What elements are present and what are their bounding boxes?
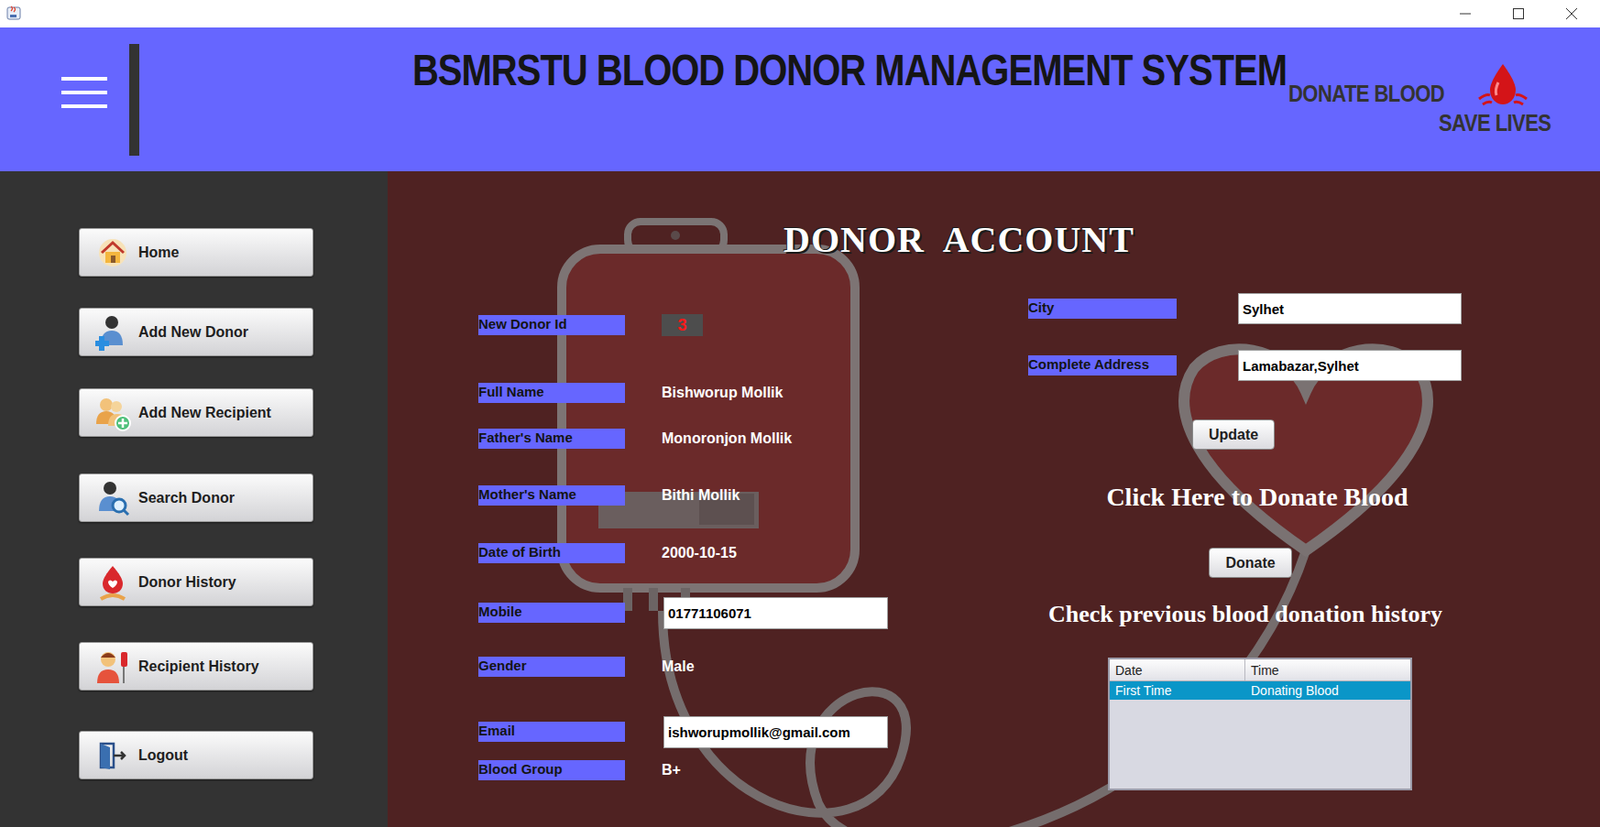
field-row: Mobile bbox=[478, 596, 1029, 630]
field-label: Email bbox=[478, 722, 625, 743]
donor-history-icon bbox=[94, 564, 132, 602]
maximize-icon[interactable] bbox=[1491, 0, 1546, 28]
sidebar-item[interactable]: Donor History bbox=[78, 558, 314, 607]
sidebar-item-label: Logout bbox=[138, 745, 188, 768]
title-row: DONOR ACCOUNT bbox=[387, 171, 1600, 289]
logout-icon bbox=[94, 737, 132, 775]
sidebar-item[interactable]: Search Donor bbox=[78, 473, 314, 523]
sidebar-item-label: Add New Donor bbox=[138, 321, 249, 344]
sidebar-item[interactable]: Logout bbox=[78, 731, 314, 780]
sidebar-item[interactable]: Add New Recipient bbox=[78, 388, 314, 438]
slogan-bottom: SAVE LIVES bbox=[1438, 109, 1564, 138]
field-label: Father's Name bbox=[478, 428, 625, 450]
field-row: Mother's Name Bithi Mollik bbox=[478, 479, 1029, 513]
sidebar-item[interactable]: Recipient History bbox=[78, 642, 314, 691]
add-recipient-icon bbox=[94, 394, 132, 432]
table-cell: Donating Blood bbox=[1245, 681, 1411, 701]
field-input[interactable] bbox=[663, 597, 888, 630]
field-label: Full Name bbox=[478, 383, 625, 404]
menu-icon[interactable] bbox=[61, 76, 108, 109]
field-value: Bishworup Mollik bbox=[661, 382, 783, 405]
close-icon[interactable] bbox=[1545, 0, 1599, 28]
field-value: 2000-10-15 bbox=[661, 542, 737, 565]
donor-actions: City Complete Address Update Click Here to … bbox=[1028, 288, 1600, 827]
donor-id-value: 3 bbox=[661, 314, 703, 337]
search-donor-icon bbox=[94, 480, 132, 517]
donate-prompt: Click Here to Donate Blood bbox=[1028, 481, 1487, 515]
column-header[interactable]: Time bbox=[1245, 659, 1411, 681]
address-row: City bbox=[1028, 292, 1600, 326]
recipient-history-icon bbox=[94, 648, 132, 686]
title-bar bbox=[0, 0, 1600, 28]
home-icon bbox=[94, 234, 132, 272]
field-row: Gender Male bbox=[478, 650, 1029, 684]
donate-button[interactable]: Donate bbox=[1208, 547, 1293, 579]
field-row: Full Name Bishworup Mollik bbox=[478, 376, 1029, 410]
history-prompt: Check previous blood donation history bbox=[1048, 599, 1600, 631]
main-panel: DONOR ACCOUNT New Donor Id 3 Full Name Bishw… bbox=[387, 171, 1600, 827]
table-row[interactable]: First TimeDonating Blood bbox=[1109, 681, 1411, 701]
sidebar-item[interactable]: Add New Donor bbox=[78, 307, 314, 357]
field-label: Mobile bbox=[478, 602, 625, 624]
field-value: Bithi Mollik bbox=[661, 484, 740, 507]
sidebar-item-label: Search Donor bbox=[138, 487, 235, 510]
blood-drop-icon bbox=[1475, 62, 1531, 107]
header-divider bbox=[129, 43, 140, 156]
page-title: DONOR ACCOUNT bbox=[783, 219, 1600, 262]
column-header[interactable]: Date bbox=[1109, 659, 1246, 681]
donor-details: New Donor Id 3 Full Name Bishworup Mollik Fa… bbox=[387, 288, 1029, 827]
field-row: New Donor Id 3 bbox=[478, 308, 1029, 342]
field-label: Mother's Name bbox=[478, 485, 625, 506]
field-value: Male bbox=[661, 656, 695, 679]
minimize-icon[interactable] bbox=[1438, 0, 1492, 28]
field-label: City bbox=[1028, 298, 1177, 319]
slogan-top: DONATE BLOOD bbox=[1288, 80, 1445, 109]
address-input[interactable] bbox=[1238, 293, 1462, 325]
sidebar-item-label: Donor History bbox=[138, 571, 237, 594]
field-label: Blood Group bbox=[478, 760, 625, 781]
app-title: BSMRSTU BLOOD DONOR MANAGEMENT SYSTEM bbox=[412, 43, 1287, 97]
address-input[interactable] bbox=[1238, 350, 1462, 382]
sidebar-item-label: Recipient History bbox=[138, 656, 260, 679]
header: BSMRSTU BLOOD DONOR MANAGEMENT SYSTEM DO… bbox=[0, 27, 1600, 172]
field-row: Father's Name Monoronjon Mollik bbox=[478, 422, 1029, 456]
sidebar-item[interactable]: Home bbox=[78, 228, 314, 277]
sidebar-item-label: Home bbox=[138, 241, 179, 264]
field-label: New Donor Id bbox=[478, 315, 625, 336]
sidebar-item-label: Add New Recipient bbox=[138, 402, 272, 425]
table-cell: First Time bbox=[1109, 681, 1246, 701]
field-row: Date of Birth 2000-10-15 bbox=[478, 536, 1029, 570]
form-columns: New Donor Id 3 Full Name Bishworup Mollik Fa… bbox=[387, 288, 1600, 827]
java-icon bbox=[5, 4, 24, 23]
history-table: DateTimeFirst TimeDonating Blood bbox=[1107, 657, 1413, 791]
field-label: Date of Birth bbox=[478, 543, 625, 564]
slogan-row: DONATE BLOOD bbox=[1288, 82, 1564, 107]
sidebar: Home Add New Donor Add New Recipient Search… bbox=[0, 171, 388, 827]
field-row: Blood Group B+ bbox=[478, 754, 1029, 788]
update-button[interactable]: Update bbox=[1192, 419, 1275, 450]
field-value: B+ bbox=[661, 759, 681, 782]
field-row: Email bbox=[478, 715, 1029, 749]
address-row: Complete Address bbox=[1028, 349, 1600, 383]
table-header: DateTime bbox=[1109, 659, 1411, 682]
field-label: Gender bbox=[478, 657, 625, 678]
add-donor-icon bbox=[94, 314, 132, 351]
field-value: Monoronjon Mollik bbox=[661, 427, 792, 450]
field-label: Complete Address bbox=[1028, 355, 1177, 376]
field-input[interactable] bbox=[663, 716, 888, 749]
